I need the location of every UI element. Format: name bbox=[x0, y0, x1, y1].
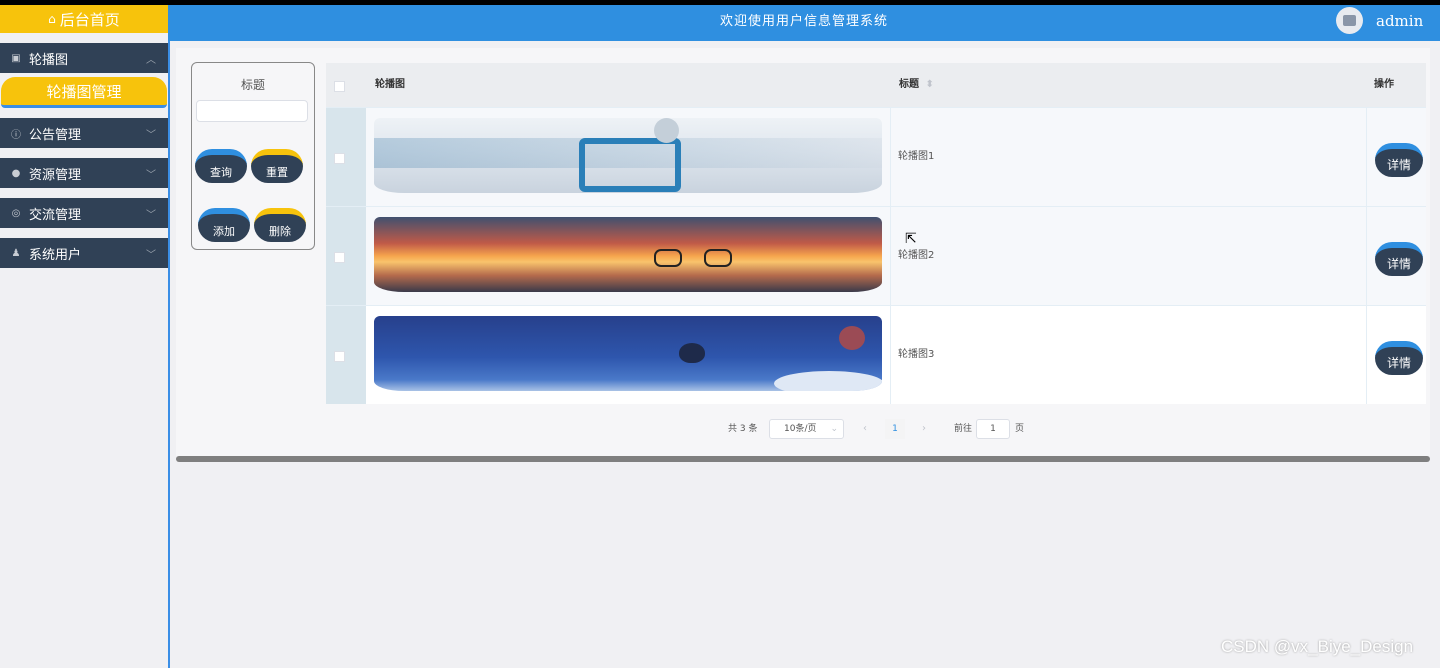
select-all-checkbox[interactable] bbox=[334, 81, 345, 92]
prev-page-button[interactable]: ‹ bbox=[855, 419, 875, 439]
row-checkbox[interactable] bbox=[334, 153, 345, 164]
chat-icon: ◎ bbox=[11, 207, 21, 219]
detail-button[interactable]: 详情 bbox=[1375, 242, 1423, 276]
data-table: 轮播图 标题 ⬍ 操作 轮播图1 详情 轮播图2 详情 轮播图3 详情 bbox=[326, 63, 1426, 404]
banner-cell bbox=[366, 306, 891, 404]
mouse-cursor-icon: ⇱ bbox=[905, 231, 917, 247]
banner-image-thumbnail bbox=[374, 118, 882, 193]
checkbox-cell bbox=[326, 207, 366, 305]
sidebar-item-exchange[interactable]: ◎ 交流管理 ﹀ bbox=[0, 198, 168, 228]
row-checkbox[interactable] bbox=[334, 351, 345, 362]
image-icon: ▣ bbox=[11, 52, 21, 64]
home-icon: ⌂ bbox=[48, 12, 56, 26]
action-cell: 详情 bbox=[1366, 306, 1427, 404]
avatar[interactable] bbox=[1336, 7, 1363, 34]
checkbox-cell bbox=[326, 108, 366, 206]
sidebar-item-banner[interactable]: ▣ 轮播图 ︿ bbox=[0, 43, 168, 73]
chevron-down-icon: ﹀ bbox=[146, 169, 156, 181]
table-row: 轮播图3 详情 bbox=[326, 305, 1426, 404]
sidebar-item-label: 资源管理 bbox=[29, 167, 82, 183]
page-title: 欢迎使用用户信息管理系统 bbox=[719, 14, 888, 29]
action-cell: 详情 bbox=[1366, 207, 1427, 305]
user-icon: ♟ bbox=[11, 247, 21, 259]
image-icon bbox=[1343, 15, 1356, 26]
header: 欢迎使用用户信息管理系统 admin bbox=[168, 5, 1440, 41]
chevron-down-icon: ﹀ bbox=[146, 209, 156, 221]
sidebar-item-label: 系统用户 bbox=[29, 247, 82, 263]
search-label: 标题 bbox=[240, 78, 265, 92]
chevron-down-icon: ⌄ bbox=[830, 424, 838, 434]
watermark: CSDN @vx_Biye_Design bbox=[1221, 637, 1414, 656]
column-header-title[interactable]: 标题 ⬍ bbox=[899, 63, 934, 107]
add-button[interactable]: 添加 bbox=[198, 208, 250, 242]
delete-button[interactable]: 删除 bbox=[254, 208, 306, 242]
sidebar-home-link[interactable]: ⌂ 后台首页 bbox=[0, 5, 168, 33]
chevron-down-icon: ﹀ bbox=[146, 249, 156, 261]
title-cell: 轮播图3 bbox=[898, 349, 935, 360]
reset-button[interactable]: 重置 bbox=[251, 149, 303, 183]
chevron-down-icon: ﹀ bbox=[146, 129, 156, 141]
page-size-value: 10条/页 bbox=[784, 424, 817, 434]
page-suffix: 页 bbox=[1015, 424, 1025, 434]
current-page[interactable]: 1 bbox=[885, 419, 905, 439]
row-checkbox[interactable] bbox=[334, 252, 345, 263]
checkbox-cell bbox=[326, 306, 366, 404]
sidebar-subitem-banner-manage[interactable]: 轮播图管理 bbox=[1, 77, 167, 108]
logo-shape bbox=[579, 138, 681, 192]
sidebar-item-notice[interactable]: ⓘ 公告管理 ﹀ bbox=[0, 118, 168, 148]
chevron-up-icon: ︿ bbox=[146, 54, 156, 66]
detail-button[interactable]: 详情 bbox=[1375, 143, 1423, 177]
column-header-action: 操作 bbox=[1374, 79, 1394, 90]
username[interactable]: admin bbox=[1376, 5, 1423, 38]
action-cell: 详情 bbox=[1366, 108, 1427, 206]
home-label: 后台首页 bbox=[59, 10, 120, 29]
table-row: 轮播图1 详情 bbox=[326, 107, 1426, 206]
title-cell: 轮播图1 bbox=[898, 151, 935, 162]
table-row: 轮播图2 详情 bbox=[326, 206, 1426, 305]
column-header-banner: 轮播图 bbox=[375, 79, 405, 90]
location-icon: ● bbox=[11, 167, 21, 179]
horizontal-scrollbar[interactable] bbox=[176, 456, 1430, 462]
page-size-select[interactable]: 10条/页 ⌄ bbox=[769, 419, 844, 439]
next-page-button[interactable]: › bbox=[914, 419, 934, 439]
banner-cell bbox=[366, 108, 891, 206]
column-header-title-label: 标题 bbox=[899, 79, 919, 90]
banner-image-thumbnail bbox=[374, 316, 882, 391]
search-input[interactable] bbox=[196, 100, 308, 122]
sidebar-item-users[interactable]: ♟ 系统用户 ﹀ bbox=[0, 238, 168, 268]
sidebar: ⌂ 后台首页 ▣ 轮播图 ︿ 轮播图管理 ⓘ 公告管理 ﹀ ● 资源管理 ﹀ ◎… bbox=[0, 5, 170, 668]
title-cell: 轮播图2 bbox=[898, 250, 935, 261]
detail-button[interactable]: 详情 bbox=[1375, 341, 1423, 375]
subitem-label: 轮播图管理 bbox=[46, 82, 122, 101]
sidebar-menu: ▣ 轮播图 ︿ 轮播图管理 ⓘ 公告管理 ﹀ ● 资源管理 ﹀ ◎ 交流管理 ﹀… bbox=[0, 43, 168, 268]
banner-cell bbox=[366, 207, 891, 305]
sidebar-item-label: 轮播图 bbox=[29, 52, 69, 68]
banner-image-thumbnail bbox=[374, 217, 882, 292]
goto-label: 前往 bbox=[954, 424, 973, 434]
goto-page-input[interactable]: 1 bbox=[976, 419, 1010, 439]
sort-icon[interactable]: ⬍ bbox=[925, 79, 933, 90]
pagination-total: 共 3 条 bbox=[728, 424, 758, 434]
sidebar-item-resource[interactable]: ● 资源管理 ﹀ bbox=[0, 158, 168, 188]
query-button[interactable]: 查询 bbox=[195, 149, 247, 183]
table-header: 轮播图 标题 ⬍ 操作 bbox=[326, 63, 1426, 107]
sidebar-item-label: 交流管理 bbox=[29, 207, 82, 223]
sidebar-item-label: 公告管理 bbox=[29, 127, 82, 143]
info-icon: ⓘ bbox=[11, 129, 21, 141]
search-panel: 标题 查询 重置 添加 删除 bbox=[191, 62, 315, 250]
